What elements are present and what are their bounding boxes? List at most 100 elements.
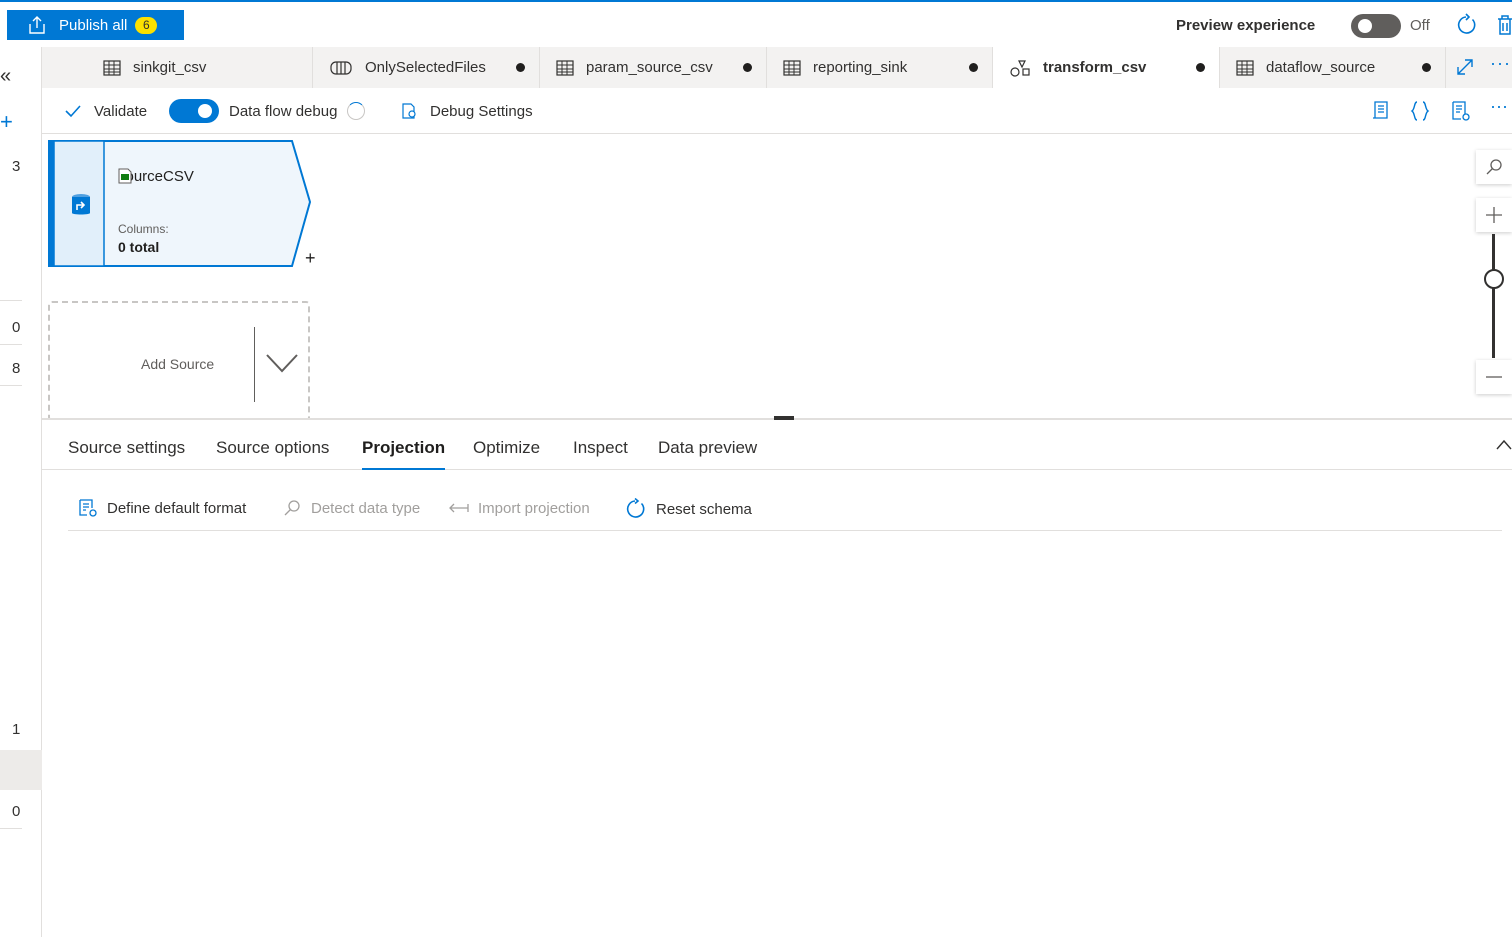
import-projection-button[interactable]: Import projection: [449, 498, 590, 518]
unsaved-dot-icon: [1196, 63, 1205, 72]
rail-divider: [0, 300, 22, 301]
tab-param-source-csv[interactable]: param_source_csv: [540, 47, 767, 88]
script-icon[interactable]: [1370, 100, 1392, 122]
tab-sinkgit-csv[interactable]: sinkgit_csv: [87, 47, 313, 88]
reset-schema-button[interactable]: Reset schema: [625, 498, 752, 520]
editor-tab-strip: sinkgit_csv OnlySelectedFiles param_sour…: [42, 47, 1512, 88]
define-default-format-button[interactable]: Define default format: [78, 498, 246, 518]
rail-selected-row[interactable]: [0, 750, 42, 790]
resource-count: 1: [12, 721, 21, 738]
refresh-icon: [626, 498, 645, 518]
publish-all-label: Publish all: [59, 16, 128, 34]
detect-data-type-label: Detect data type: [311, 499, 421, 517]
rail-divider: [0, 344, 22, 345]
preview-experience-toggle[interactable]: [1351, 14, 1401, 38]
unsaved-dot-icon: [516, 63, 525, 72]
debug-settings-button[interactable]: Debug Settings: [400, 88, 533, 134]
pending-changes-badge: 6: [135, 16, 158, 34]
node-columns-label: Columns:: [118, 222, 169, 236]
tab-data-preview[interactable]: Data preview: [658, 438, 757, 470]
code-braces-icon[interactable]: [1409, 100, 1431, 122]
factory-resources-rail: « + 3 0 8 1 0: [0, 47, 42, 937]
collapse-icon[interactable]: «: [0, 65, 11, 88]
search-icon: [1486, 159, 1502, 175]
resource-count: 0: [12, 319, 21, 336]
reset-schema-label: Reset schema: [656, 500, 752, 518]
format-icon: [79, 499, 97, 517]
tab-label: sinkgit_csv: [133, 59, 207, 76]
tab-transform-csv[interactable]: transform_csv: [993, 47, 1220, 88]
zoom-slider-thumb[interactable]: [1484, 269, 1504, 289]
add-source-divider: [254, 327, 255, 402]
dataflow-icon: [1010, 59, 1030, 77]
zoom-in-button[interactable]: [1476, 198, 1512, 232]
refresh-icon[interactable]: [1454, 13, 1478, 37]
zoom-controls: [1476, 150, 1512, 400]
resource-count: 8: [12, 360, 21, 377]
zoom-slider-track[interactable]: [1492, 234, 1495, 358]
chevron-down-icon[interactable]: [266, 353, 298, 373]
resource-count: 3: [12, 158, 21, 175]
define-default-format-label: Define default format: [107, 499, 247, 517]
data-flow-debug-control[interactable]: Data flow debug: [169, 88, 366, 134]
unsaved-dot-icon: [743, 63, 752, 72]
discard-icon[interactable]: [1496, 13, 1512, 37]
more-options-icon[interactable]: ···: [1490, 96, 1508, 117]
loading-spinner-icon: [347, 102, 366, 120]
source-node-sourcecsv[interactable]: sourceCSV Columns: 0 total +: [48, 140, 316, 269]
search-canvas-button[interactable]: [1476, 150, 1512, 184]
add-source-button[interactable]: Add Source: [48, 301, 310, 418]
debug-settings-label: Debug Settings: [430, 102, 533, 120]
table-icon: [556, 59, 574, 76]
checkmark-icon: [65, 105, 81, 118]
chevron-up-icon[interactable]: [1496, 438, 1512, 452]
resource-count: 0: [12, 803, 21, 820]
unsaved-dot-icon: [969, 63, 978, 72]
properties-icon[interactable]: [1450, 100, 1472, 122]
tab-reporting-sink[interactable]: reporting_sink: [767, 47, 993, 88]
tab-label: transform_csv: [1043, 59, 1147, 76]
dataflow-canvas[interactable]: sourceCSV Columns: 0 total + Add Source: [42, 134, 1512, 418]
plus-icon: [1486, 207, 1502, 223]
table-icon: [103, 59, 121, 76]
search-icon: [284, 500, 300, 516]
tab-projection[interactable]: Projection: [362, 438, 446, 470]
import-arrow-icon: [449, 503, 469, 513]
add-source-label: Add Source: [141, 356, 215, 372]
add-transformation-icon[interactable]: +: [305, 248, 316, 269]
table-icon: [783, 59, 801, 76]
database-source-icon: [72, 194, 90, 215]
csv-file-icon: [118, 168, 132, 184]
data-flow-debug-label: Data flow debug: [229, 102, 338, 120]
node-columns-value: 0 total: [118, 239, 160, 255]
preview-experience-label: Preview experience: [1176, 17, 1316, 34]
preview-state-label: Off: [1410, 17, 1430, 34]
tab-label: param_source_csv: [586, 59, 713, 76]
add-resource-icon[interactable]: +: [0, 109, 13, 135]
pipeline-icon: [330, 60, 352, 75]
upload-icon: [29, 16, 45, 34]
rail-divider: [0, 385, 22, 386]
data-flow-debug-toggle[interactable]: [169, 99, 219, 123]
tab-dataflow-source[interactable]: dataflow_source: [1220, 47, 1446, 88]
node-title: sourceCSV: [118, 168, 194, 185]
tab-source-options[interactable]: Source options: [216, 438, 329, 470]
tab-label: OnlySelectedFiles: [365, 59, 486, 76]
validate-button[interactable]: Validate: [64, 88, 147, 134]
tab-optimize[interactable]: Optimize: [473, 438, 540, 470]
unsaved-dot-icon: [1422, 63, 1431, 72]
zoom-out-button[interactable]: [1476, 360, 1512, 394]
more-tabs-icon[interactable]: ···: [1490, 53, 1511, 74]
tab-source-settings[interactable]: Source settings: [68, 438, 185, 470]
top-command-bar: Publish all 6 Preview experience Off: [0, 2, 1512, 47]
validate-label: Validate: [94, 102, 148, 120]
tab-onlyselectedfiles[interactable]: OnlySelectedFiles: [313, 47, 540, 88]
expand-icon[interactable]: [1454, 56, 1476, 78]
tab-inspect[interactable]: Inspect: [573, 438, 628, 470]
minus-icon: [1486, 376, 1502, 378]
tab-label: reporting_sink: [813, 59, 908, 76]
dataflow-toolbar: Validate Data flow debug Debug Settings …: [42, 88, 1512, 134]
publish-all-button[interactable]: Publish all 6: [7, 10, 184, 40]
table-icon: [1236, 59, 1254, 76]
detect-data-type-button[interactable]: Detect data type: [282, 498, 420, 518]
